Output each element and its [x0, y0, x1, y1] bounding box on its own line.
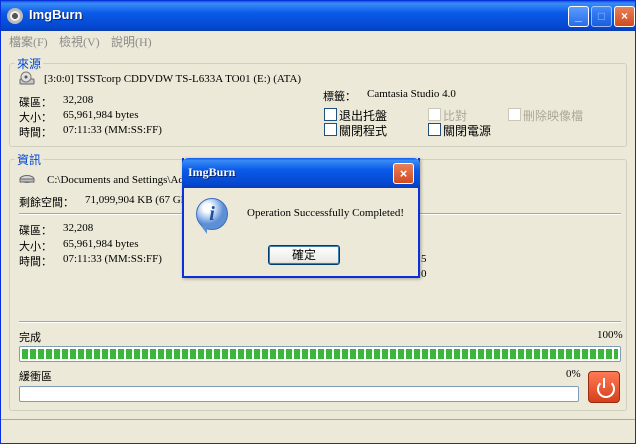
dialog-message: Operation Successfully Completed!: [247, 207, 405, 219]
close-program-checkbox[interactable]: [324, 123, 337, 136]
buffer-label: 緩衝區: [19, 371, 52, 383]
status-bar: [1, 419, 635, 443]
menu-view[interactable]: 檢視(V): [59, 33, 100, 50]
source-size-value: 65,961,984 bytes: [63, 109, 139, 121]
complete-percent: 100%: [597, 329, 623, 341]
volume-label-value: Camtasia Studio 4.0: [367, 88, 456, 100]
completion-dialog: ImgBurn × i Operation Successfully Compl…: [182, 158, 420, 278]
info-path: C:\Documents and Settings\Adm: [47, 174, 193, 186]
complete-label: 完成: [19, 332, 41, 344]
free-space-value: 71,099,904 KB (67 GB: [85, 194, 188, 206]
info-partial-value-2: 0: [421, 268, 427, 280]
cd-drive-icon: [19, 71, 35, 85]
menu-bar: 檔案(F) 檢視(V) 說明(H): [1, 31, 635, 49]
source-sectors-value: 32,208: [63, 94, 94, 106]
maximize-button[interactable]: □: [591, 6, 612, 27]
info-sectors-label: 碟區：: [19, 225, 52, 237]
delete-image-label: 刪除映像檔: [523, 109, 584, 123]
source-time-value: 07:11:33 (MM:SS:FF): [63, 124, 162, 136]
minimize-button[interactable]: _: [568, 6, 589, 27]
dialog-close-button[interactable]: ×: [393, 163, 414, 184]
source-drive[interactable]: [3:0:0] TSSTcorp CDDVDW TS-L633A TO01 (E…: [44, 73, 301, 85]
free-space-label: 剩餘空間：: [19, 197, 74, 209]
complete-progress-fill: [22, 349, 618, 359]
ok-button[interactable]: 確定: [268, 245, 340, 265]
eject-tray-checkbox[interactable]: [324, 108, 337, 121]
info-group-label: 資訊: [15, 151, 44, 168]
shutdown-checkbox[interactable]: [428, 123, 441, 136]
disc-icon: [7, 8, 23, 24]
info-sectors-value: 32,208: [63, 222, 94, 234]
buffer-percent: 0%: [566, 368, 581, 380]
menu-help[interactable]: 說明(H): [111, 33, 152, 50]
power-button[interactable]: [588, 371, 620, 403]
source-sectors-label: 碟區：: [19, 97, 52, 109]
close-program-label: 關閉程式: [339, 124, 388, 138]
shutdown-label: 關閉電源: [443, 124, 492, 138]
source-time-label: 時間：: [19, 127, 52, 139]
title-bar[interactable]: ImgBurn _ □ ×: [1, 1, 635, 31]
buffer-progress-bar: [19, 386, 579, 402]
info-icon: i: [196, 198, 228, 234]
menu-file[interactable]: 檔案(F): [9, 33, 48, 50]
source-size-label: 大小：: [19, 112, 52, 124]
info-size-label: 大小：: [19, 241, 52, 253]
info-time-label: 時間：: [19, 256, 52, 268]
info-partial-value-1: 5: [421, 253, 427, 265]
info-time-value: 07:11:33 (MM:SS:FF): [63, 253, 162, 265]
window-title: ImgBurn: [29, 7, 83, 22]
delete-image-checkbox[interactable]: [508, 108, 521, 121]
dialog-title-bar[interactable]: ImgBurn ×: [182, 158, 420, 188]
complete-progress-bar: [19, 346, 621, 362]
hard-drive-icon: [19, 175, 35, 183]
info-size-value: 65,961,984 bytes: [63, 238, 139, 250]
close-button[interactable]: ×: [614, 6, 635, 27]
source-group-label: 來源: [15, 55, 44, 72]
volume-label-title: 標籤：: [323, 91, 356, 103]
progress-separator: [19, 321, 621, 323]
verify-checkbox[interactable]: [428, 108, 441, 121]
dialog-title: ImgBurn: [188, 165, 236, 179]
